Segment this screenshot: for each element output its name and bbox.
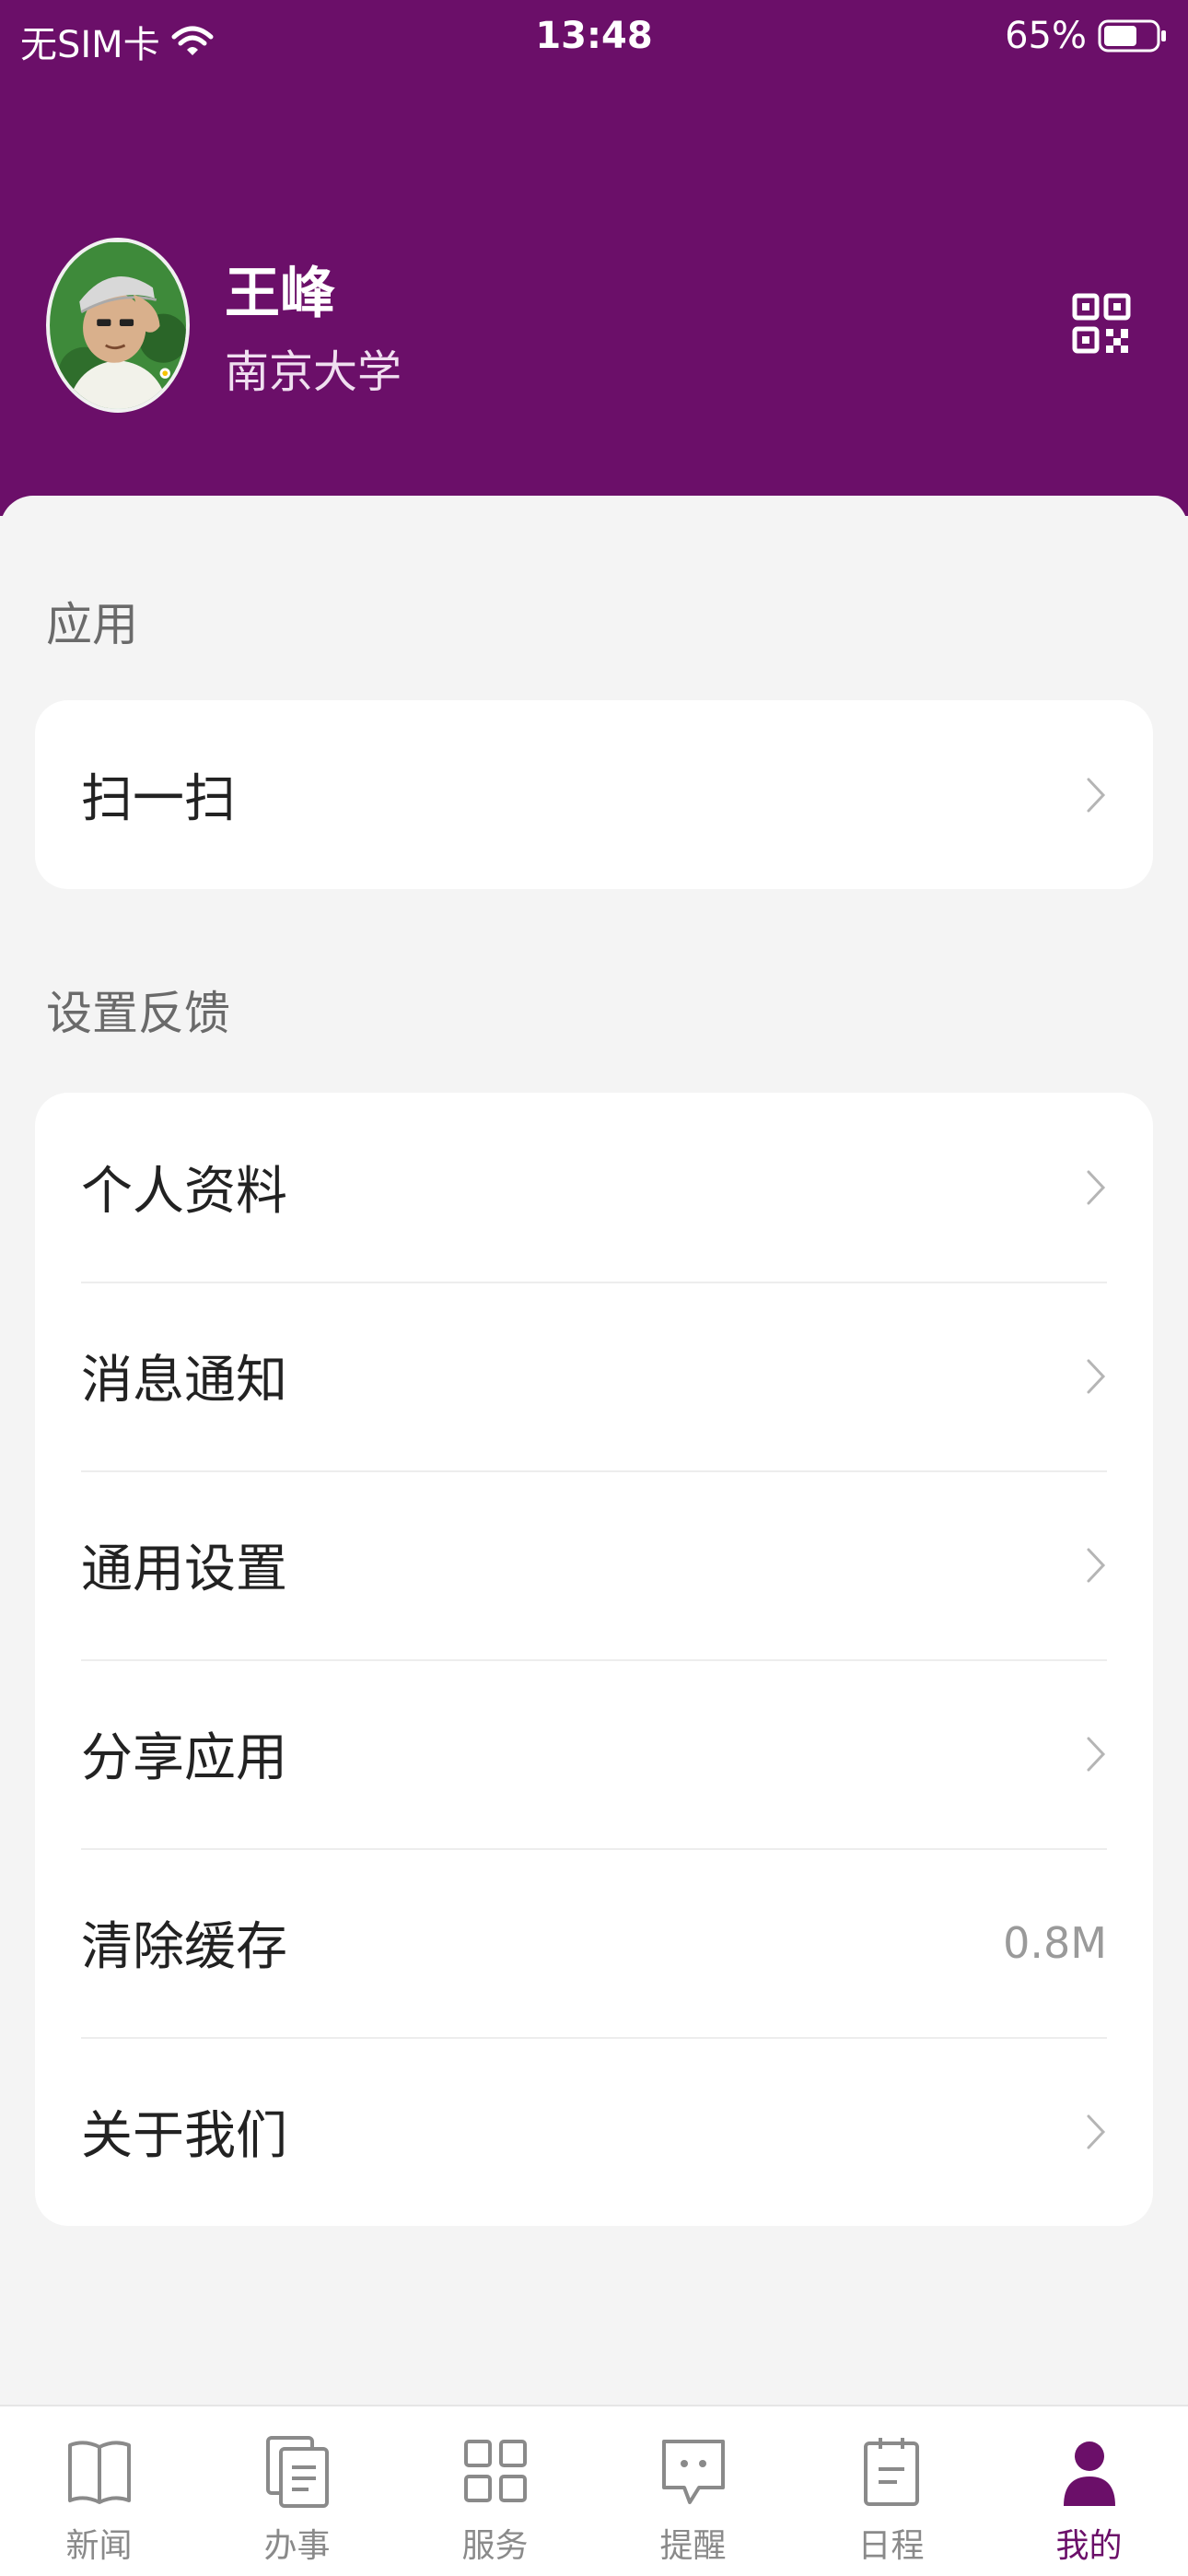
row-label: 个人资料 xyxy=(81,1162,287,1222)
row-about-us[interactable]: 关于我们 xyxy=(35,2037,1153,2226)
tab-schedule[interactable]: 日程 xyxy=(792,2406,990,2576)
row-share-app[interactable]: 分享应用 xyxy=(35,1659,1153,1848)
grid-icon xyxy=(463,2440,527,2502)
chevron-right-icon xyxy=(1087,1359,1106,1393)
tab-mine[interactable]: 我的 xyxy=(990,2406,1188,2576)
tab-label: 新闻 xyxy=(65,2527,133,2565)
profile-header: 无SIM卡 13:48 65% 王峰 南京大学 xyxy=(0,0,1188,516)
tab-label: 办事 xyxy=(263,2527,331,2565)
row-label: 扫一扫 xyxy=(81,769,236,829)
person-icon xyxy=(1063,2441,1115,2506)
apps-card: 扫一扫 xyxy=(35,700,1153,889)
row-general-settings[interactable]: 通用设置 xyxy=(35,1470,1153,1659)
row-profile-info[interactable]: 个人资料 xyxy=(35,1093,1153,1282)
status-bar: 无SIM卡 13:48 65% xyxy=(0,0,1188,76)
tab-bar: 新闻 办事 服务 提醒 日程 我的 xyxy=(0,2405,1188,2576)
chevron-right-icon xyxy=(1087,1737,1106,1771)
row-label: 通用设置 xyxy=(81,1540,287,1599)
row-label: 消息通知 xyxy=(81,1351,287,1411)
tab-news[interactable]: 新闻 xyxy=(0,2406,198,2576)
chevron-right-icon xyxy=(1087,778,1106,812)
tab-label: 提醒 xyxy=(659,2527,727,2565)
tab-label: 服务 xyxy=(461,2527,529,2565)
row-clear-cache[interactable]: 清除缓存 0.8M xyxy=(35,1848,1153,2037)
section-title-settings: 设置反馈 xyxy=(46,987,230,1040)
user-name: 王峰 xyxy=(225,262,335,326)
tab-label: 日程 xyxy=(857,2527,925,2565)
user-school: 南京大学 xyxy=(225,346,402,398)
book-icon xyxy=(67,2441,131,2504)
qr-code-icon[interactable] xyxy=(1072,293,1131,356)
section-title-apps: 应用 xyxy=(46,598,138,651)
settings-card: 个人资料 消息通知 通用设置 分享应用 清除缓存 0.8M 关于我们 xyxy=(35,1093,1153,2226)
tab-reminders[interactable]: 提醒 xyxy=(594,2406,792,2576)
clipboard-icon xyxy=(863,2438,919,2506)
cartoon-boy-avatar xyxy=(50,241,186,409)
chevron-right-icon xyxy=(1087,1548,1106,1582)
row-label: 关于我们 xyxy=(81,2106,287,2166)
row-label: 分享应用 xyxy=(81,1728,287,1788)
document-icon xyxy=(265,2436,329,2508)
row-scan[interactable]: 扫一扫 xyxy=(35,700,1153,889)
tab-affairs[interactable]: 办事 xyxy=(198,2406,396,2576)
chat-bubble-icon xyxy=(661,2440,725,2504)
row-notifications[interactable]: 消息通知 xyxy=(35,1282,1153,1470)
chevron-right-icon xyxy=(1087,2114,1106,2149)
row-label: 清除缓存 xyxy=(81,1917,287,1977)
avatar[interactable] xyxy=(46,238,190,413)
content-area: 应用 扫一扫 设置反馈 个人资料 消息通知 通用设置 分享应用 清除缓存 0.8… xyxy=(0,496,1188,2403)
battery-percent: 65% xyxy=(1005,15,1087,57)
battery-icon xyxy=(1098,18,1168,54)
tab-label: 我的 xyxy=(1055,2527,1123,2565)
tab-services[interactable]: 服务 xyxy=(396,2406,594,2576)
chevron-right-icon xyxy=(1087,1170,1106,1204)
cache-size: 0.8M xyxy=(1003,1917,1107,1968)
